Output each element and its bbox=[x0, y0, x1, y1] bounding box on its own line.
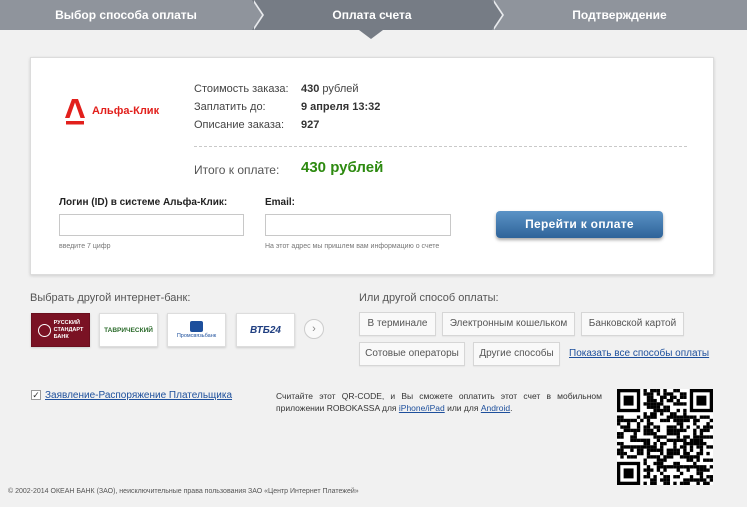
order-description-row: Описание заказа: 927 bbox=[194, 119, 319, 131]
pay-until-row: Заплатить до: 9 апреля 13:32 bbox=[194, 101, 380, 113]
method-bank-card-button[interactable]: Банковской картой bbox=[581, 312, 684, 336]
show-all-methods-link[interactable]: Показать все способы оплаты bbox=[569, 348, 709, 359]
order-cost-unit: рублей bbox=[322, 83, 359, 95]
method-other-button[interactable]: Другие способы bbox=[473, 342, 560, 366]
russian-standard-logo-icon bbox=[37, 323, 51, 337]
copyright-footer: © 2002-2014 ОКЕАН БАНК (ЗАО), неисключит… bbox=[8, 488, 359, 495]
step-divider bbox=[252, 0, 262, 30]
method-e-wallet-button[interactable]: Электронным кошельком bbox=[442, 312, 575, 336]
dashed-divider bbox=[194, 146, 687, 147]
bank-vtb24[interactable]: ВТБ24 bbox=[236, 313, 295, 347]
russian-standard-line2: СТАНДАРТ bbox=[53, 326, 84, 333]
iphone-ipad-link[interactable]: iPhone/iPad bbox=[399, 403, 445, 413]
proceed-to-payment-button[interactable]: Перейти к оплате bbox=[496, 211, 663, 238]
email-hint: На этот адрес мы пришлем вам информацию … bbox=[265, 243, 440, 250]
order-description-value: 927 bbox=[301, 119, 320, 131]
other-banks-title: Выбрать другой интернет-банк: bbox=[30, 292, 191, 304]
promsvyazbank-logo-text: Промсвязьбанк bbox=[176, 333, 217, 339]
alfa-logo-icon bbox=[65, 99, 85, 125]
promsvyazbank-logo-icon bbox=[190, 321, 203, 332]
russian-standard-line3: БАНК bbox=[53, 333, 69, 340]
statement-checkbox[interactable]: ✓ bbox=[31, 390, 41, 400]
login-field-label: Логин (ID) в системе Альфа-Клик: bbox=[59, 197, 228, 208]
qr-text-after: . bbox=[510, 403, 513, 413]
payer-statement-link[interactable]: Заявление-Распоряжение Плательщика bbox=[45, 390, 232, 401]
qr-text-middle: или для bbox=[444, 403, 481, 413]
order-cost-row: Стоимость заказа: 430 рублей bbox=[194, 83, 359, 95]
step-choose-method: Выбор способа оплаты bbox=[0, 0, 252, 30]
total-label: Итого к оплате: bbox=[194, 163, 280, 177]
pay-until-value: 9 апреля 13:32 bbox=[301, 101, 381, 113]
login-input[interactable] bbox=[59, 214, 244, 236]
step-divider bbox=[492, 0, 502, 30]
tavrichesky-logo-text: ТАВРИЧЕСКИЙ bbox=[104, 326, 153, 334]
vtb24-logo-text: ВТБ24 bbox=[250, 324, 281, 336]
total-amount: 430 рублей bbox=[301, 159, 384, 176]
active-step-pointer bbox=[359, 30, 383, 39]
pay-until-label: Заплатить до: bbox=[194, 101, 266, 113]
order-description-label: Описание заказа: bbox=[194, 119, 285, 131]
alfa-click-logo: Альфа-Клик bbox=[64, 98, 174, 130]
step-pay-invoice: Оплата счета bbox=[252, 0, 492, 30]
other-methods-title: Или другой способ оплаты: bbox=[359, 292, 499, 304]
bank-promsvyazbank[interactable]: Промсвязьбанк bbox=[167, 313, 226, 347]
bank-russian-standard[interactable]: РУССКИЙ СТАНДАРТ БАНК bbox=[31, 313, 90, 347]
login-hint: введите 7 цифр bbox=[59, 243, 111, 250]
order-cost-label: Стоимость заказа: bbox=[194, 83, 289, 95]
payment-card: Альфа-Клик Стоимость заказа: 430 рублей З… bbox=[30, 57, 714, 275]
method-mobile-operators-button[interactable]: Сотовые операторы bbox=[359, 342, 465, 366]
chevron-right-icon[interactable]: › bbox=[304, 319, 324, 339]
qr-code-image bbox=[617, 389, 713, 485]
qr-instructions: Считайте этот QR-CODE, и Вы сможете опла… bbox=[276, 390, 602, 414]
bank-tavrichesky[interactable]: ТАВРИЧЕСКИЙ bbox=[99, 313, 158, 347]
step-confirmation: Подтверждение bbox=[492, 0, 747, 30]
alfa-click-logo-text: Альфа-Клик bbox=[92, 105, 160, 117]
method-terminal-button[interactable]: В терминале bbox=[359, 312, 436, 336]
email-field-label: Email: bbox=[265, 197, 296, 208]
android-link[interactable]: Android bbox=[481, 403, 510, 413]
email-input[interactable] bbox=[265, 214, 451, 236]
order-cost-value: 430 bbox=[301, 83, 320, 95]
russian-standard-line1: РУССКИЙ bbox=[53, 319, 80, 326]
checkout-steps: Выбор способа оплаты Оплата счета Подтве… bbox=[0, 0, 747, 30]
